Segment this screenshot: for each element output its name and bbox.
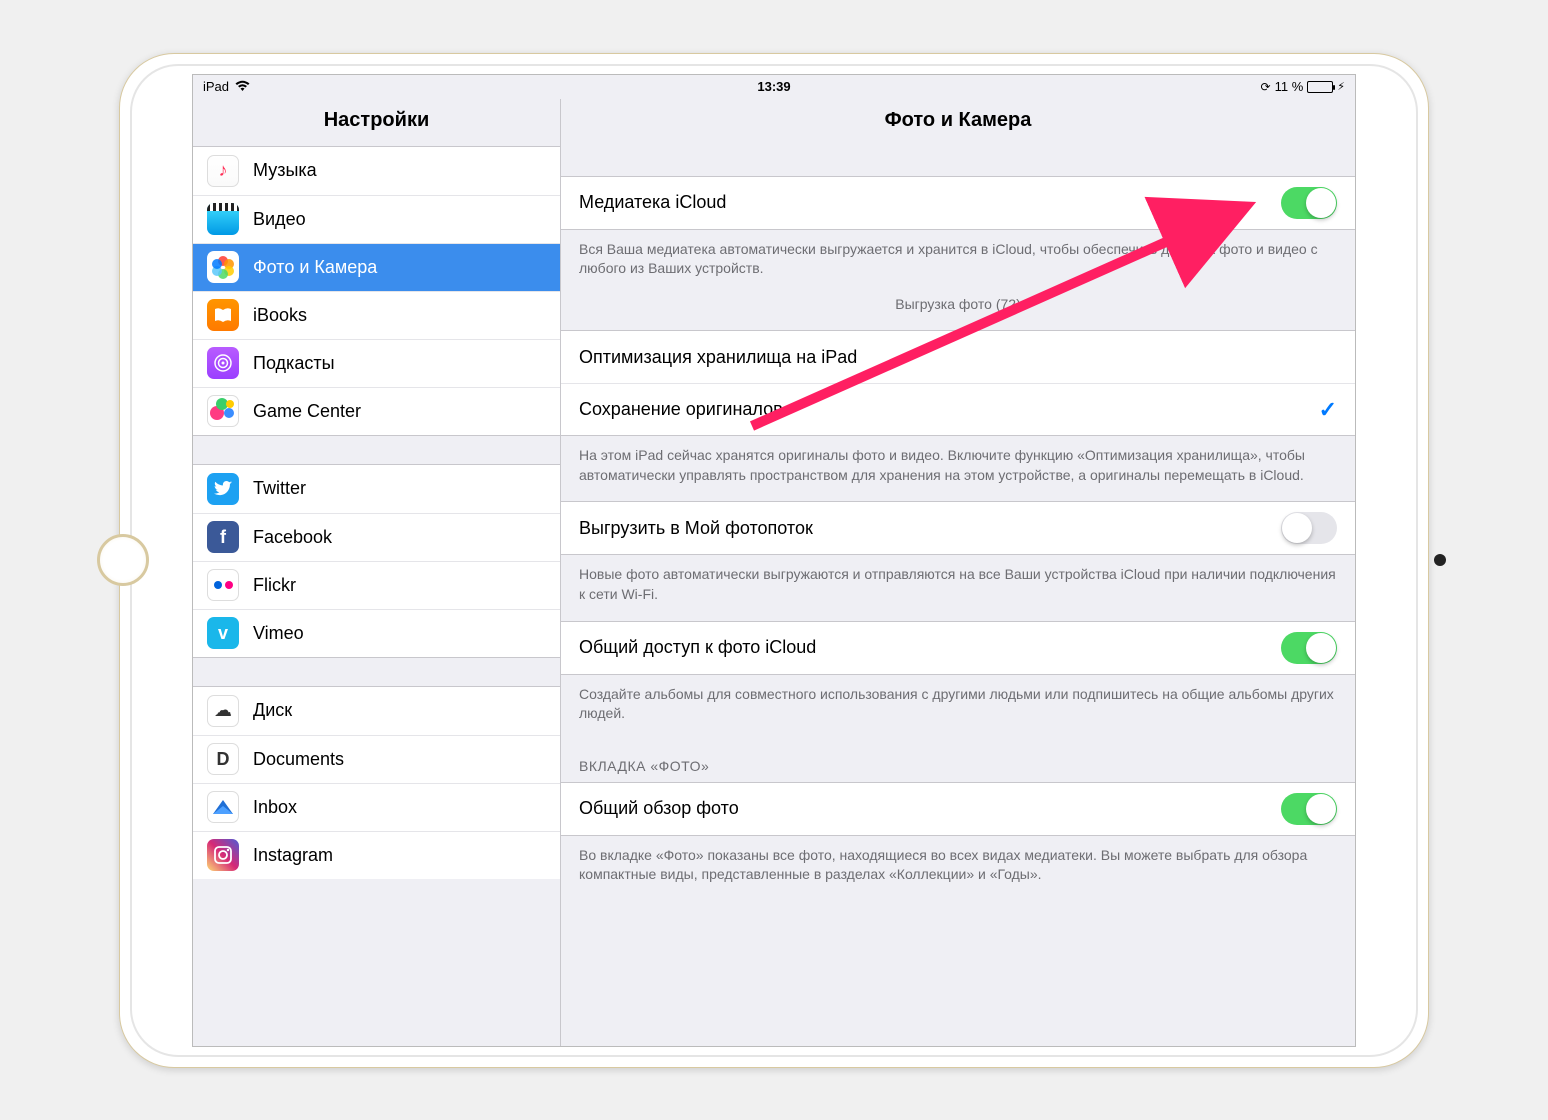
sidebar-title: Настройки [193,99,560,146]
row-optimize-storage[interactable]: Оптимизация хранилища на iPad [561,331,1355,383]
sidebar-item-label: Inbox [253,797,297,818]
sidebar-item-label: Диск [253,700,292,721]
sidebar-item-podcasts[interactable]: Подкасты [193,339,560,387]
sidebar-item-label: Instagram [253,845,333,866]
row-label: Выгрузить в Мой фотопоток [579,518,1281,539]
rotation-lock-icon: ⟳ [1261,80,1271,94]
ibooks-icon [207,299,239,331]
screen: iPad 13:39 ⟳ 11 % ⚡︎ Настройки ♪ Музыка [192,74,1356,1047]
storage-desc: На этом iPad сейчас хранятся оригиналы ф… [561,436,1355,501]
toggle-icloud-library[interactable] [1281,187,1337,219]
sidebar-item-label: Vimeo [253,623,304,644]
sidebar-item-label: Documents [253,749,344,770]
row-icloud-sharing[interactable]: Общий доступ к фото iCloud [561,622,1355,674]
ipad-frame: iPad 13:39 ⟳ 11 % ⚡︎ Настройки ♪ Музыка [119,53,1429,1068]
toggle-photo-summary[interactable] [1281,793,1337,825]
sidebar-item-facebook[interactable]: f Facebook [193,513,560,561]
sidebar-item-label: Фото и Камера [253,257,377,278]
sidebar-item-label: Twitter [253,478,306,499]
sidebar-item-instagram[interactable]: Instagram [193,831,560,879]
checkmark-icon: ✓ [1319,397,1337,423]
instagram-icon [207,839,239,871]
row-photostream[interactable]: Выгрузить в Мой фотопоток [561,502,1355,554]
sidebar: Настройки ♪ Музыка Видео [193,99,561,1046]
inbox-icon [207,791,239,823]
page-title: Фото и Камера [561,99,1355,146]
toggle-icloud-sharing[interactable] [1281,632,1337,664]
summary-desc: Во вкладке «Фото» показаны все фото, нах… [561,836,1355,901]
toggle-photostream[interactable] [1281,512,1337,544]
home-button[interactable] [97,534,149,586]
row-photo-summary[interactable]: Общий обзор фото [561,783,1355,835]
sidebar-item-label: Подкасты [253,353,335,374]
sidebar-item-music[interactable]: ♪ Музыка [193,147,560,195]
sidebar-item-label: iBooks [253,305,307,326]
clock: 13:39 [757,79,790,94]
section-header-phototab: ВКЛАДКА «ФОТО» [561,740,1355,782]
row-label: Общий доступ к фото iCloud [579,637,1281,658]
podcasts-icon [207,347,239,379]
documents-icon: D [207,743,239,775]
battery-pct: 11 % [1275,79,1304,94]
sidebar-item-video[interactable]: Видео [193,195,560,243]
sidebar-item-documents[interactable]: D Documents [193,735,560,783]
status-bar: iPad 13:39 ⟳ 11 % ⚡︎ [193,75,1355,99]
vimeo-icon: v [207,617,239,649]
sidebar-item-label: Facebook [253,527,332,548]
flickr-icon [207,569,239,601]
uploading-status: Выгрузка фото (72) [561,295,1355,331]
sidebar-item-disk[interactable]: ☁︎ Диск [193,687,560,735]
row-label: Сохранение оригиналов [579,399,1319,420]
sidebar-item-twitter[interactable]: Twitter [193,465,560,513]
facebook-icon: f [207,521,239,553]
video-icon [207,203,239,235]
row-label: Общий обзор фото [579,798,1281,819]
sidebar-item-vimeo[interactable]: v Vimeo [193,609,560,657]
sidebar-item-ibooks[interactable]: iBooks [193,291,560,339]
sidebar-item-label: Game Center [253,401,361,422]
main-panel: Фото и Камера Медиатека iCloud Вся Ваша … [561,99,1355,1046]
sidebar-item-label: Flickr [253,575,296,596]
front-camera [1434,554,1446,566]
sidebar-item-label: Музыка [253,160,317,181]
sharing-desc: Создайте альбомы для совместного использ… [561,675,1355,740]
device-label: iPad [203,79,229,94]
gamecenter-icon [207,395,239,427]
charging-icon: ⚡︎ [1337,80,1345,93]
row-keep-originals[interactable]: Сохранение оригиналов ✓ [561,383,1355,435]
twitter-icon [207,473,239,505]
music-icon: ♪ [207,155,239,187]
icloud-desc: Вся Ваша медиатека автоматически выгружа… [561,230,1355,295]
sidebar-item-gamecenter[interactable]: Game Center [193,387,560,435]
wifi-icon [235,79,250,95]
row-icloud-library[interactable]: Медиатека iCloud [561,177,1355,229]
sidebar-item-inbox[interactable]: Inbox [193,783,560,831]
photostream-desc: Новые фото автоматически выгружаются и о… [561,555,1355,620]
sidebar-item-flickr[interactable]: Flickr [193,561,560,609]
photos-icon [207,251,239,283]
row-label: Медиатека iCloud [579,192,1281,213]
battery-icon [1307,81,1333,93]
sidebar-item-photos[interactable]: Фото и Камера [193,243,560,291]
sidebar-item-label: Видео [253,209,306,230]
row-label: Оптимизация хранилища на iPad [579,347,1337,368]
cloud-icon: ☁︎ [207,695,239,727]
